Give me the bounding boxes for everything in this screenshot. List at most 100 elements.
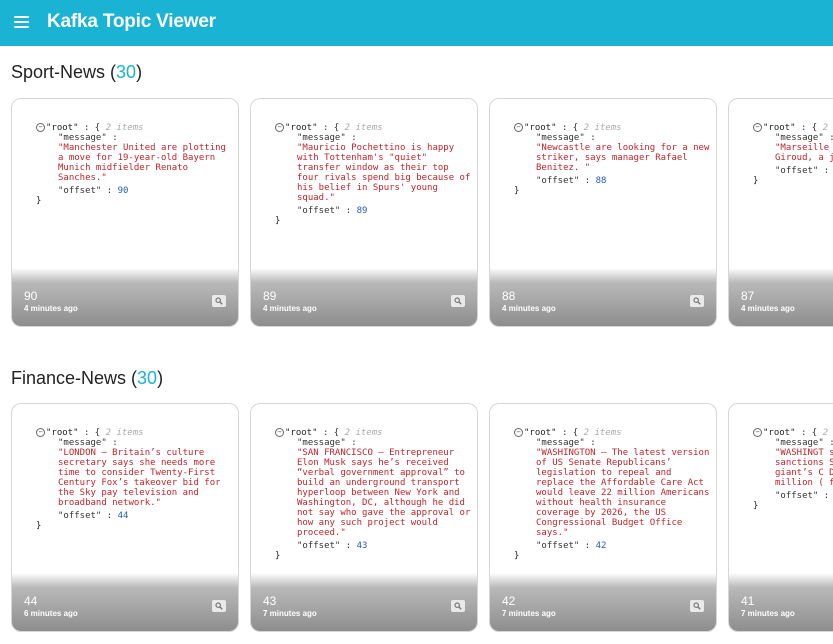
json-message-key: "message": [58, 438, 107, 448]
json-root-key: "root": [524, 428, 557, 438]
zoom-icon[interactable]: [212, 295, 226, 307]
json-close-brace: }: [275, 216, 281, 226]
json-colon: :: [106, 511, 113, 521]
message-card[interactable]: −"root" : { 2 items "message" : "WASHING…: [489, 403, 717, 632]
card-offset: 43: [263, 594, 277, 608]
zoom-icon[interactable]: [690, 600, 704, 612]
json-close-brace: }: [36, 196, 42, 206]
json-item-count: 2 items: [583, 428, 622, 438]
card-offset: 42: [502, 594, 516, 608]
json-colon: :: [351, 133, 357, 143]
collapse-icon[interactable]: −: [275, 428, 284, 437]
json-offset-key: "offset": [536, 176, 580, 186]
json-colon: :: [345, 206, 352, 216]
json-item-count: 2 items: [344, 428, 383, 438]
json-message-key: "message": [775, 133, 824, 143]
collapse-icon[interactable]: −: [36, 428, 45, 437]
json-root-key: "root": [46, 123, 79, 133]
message-card[interactable]: −"root" : { 2 items "message" : "WASHING…: [728, 403, 833, 632]
section-heading-finance-news: Finance-News (30): [11, 368, 164, 388]
collapse-icon[interactable]: −: [753, 123, 762, 132]
card-footer: 43 7 minutes ago: [251, 573, 477, 631]
zoom-icon[interactable]: [690, 295, 704, 307]
card-footer: 89 4 minutes ago: [251, 268, 477, 326]
card-offset: 88: [502, 289, 516, 303]
json-viewer: − "root" : { 2 items "message" : "LONDON …: [36, 428, 236, 531]
json-message-value: "Newcastle are looking for a new striker…: [536, 143, 715, 173]
card-timestamp: 7 minutes ago: [502, 609, 556, 618]
message-card[interactable]: − "root" : { 2 items "message" : "LONDON …: [11, 403, 239, 632]
json-viewer: − "root" : { 2 items "message" : "Newcast…: [514, 123, 714, 196]
collapse-icon[interactable]: −: [514, 428, 523, 437]
json-close-brace: }: [514, 551, 520, 561]
json-message-key: "message": [775, 438, 824, 448]
menu-icon[interactable]: [14, 16, 29, 29]
zoom-icon[interactable]: [212, 600, 226, 612]
json-colon: : {: [800, 428, 818, 438]
message-card[interactable]: − "root" : { 2 items "message" : "SAN FRA…: [250, 403, 478, 632]
json-colon: : {: [83, 123, 101, 133]
json-offset-key: "offset": [297, 541, 341, 551]
json-root-key: "root": [763, 428, 796, 438]
card-footer: 88 4 minutes ago: [490, 268, 716, 326]
json-colon: :: [590, 133, 596, 143]
json-message-value: "Mauricio Pochettino is happy with Totte…: [297, 143, 476, 203]
message-card[interactable]: − "root" : { 2 items "message" : "Maurici…: [250, 98, 478, 327]
collapse-icon[interactable]: −: [514, 123, 523, 132]
message-card[interactable]: −"root" : { 2 items "message" : "Marseil…: [728, 98, 833, 327]
json-item-count: 2 items: [583, 123, 622, 133]
json-message-key: "message": [297, 133, 346, 143]
json-offset-key: "offset": [775, 166, 819, 176]
collapse-icon[interactable]: −: [36, 123, 45, 132]
zoom-icon[interactable]: [451, 295, 465, 307]
section-heading-sport-news: Sport-News (30): [11, 62, 143, 82]
json-colon: :: [584, 541, 591, 551]
json-root-key: "root": [46, 428, 79, 438]
json-item-count: 2 items: [105, 123, 144, 133]
json-offset-value: 42: [595, 541, 607, 551]
json-message-key: "message": [536, 438, 585, 448]
json-viewer: − "root" : { 2 items "message" : "Manches…: [36, 123, 236, 206]
app-title: Kafka Topic Viewer: [47, 11, 216, 32]
json-viewer: −"root" : { 2 items "message" : "Marseil…: [753, 123, 833, 186]
topic-count: 30: [116, 62, 137, 82]
json-offset-key: "offset": [775, 491, 819, 501]
json-colon: : {: [561, 123, 579, 133]
json-colon: : {: [322, 428, 340, 438]
json-message-value: "LONDON — Britain’s culture secretary sa…: [58, 448, 226, 508]
json-colon: :: [112, 133, 118, 143]
zoom-icon[interactable]: [451, 600, 465, 612]
message-card[interactable]: − "root" : { 2 items "message" : "Newcast…: [489, 98, 717, 327]
card-footer: 41 7 minutes ago: [729, 573, 833, 631]
json-viewer: −"root" : { 2 items "message" : "WASHING…: [514, 428, 714, 561]
collapse-icon[interactable]: −: [753, 428, 762, 437]
json-close-brace: }: [275, 551, 281, 561]
json-offset-value: 88: [595, 176, 607, 186]
card-timestamp: 4 minutes ago: [24, 304, 78, 313]
json-message-value: "Manchester United are plotting a move f…: [58, 143, 232, 183]
card-timestamp: 4 minutes ago: [263, 304, 317, 313]
json-offset-value: 90: [117, 186, 129, 196]
card-offset: 44: [24, 594, 38, 608]
json-close-brace: }: [753, 176, 759, 186]
json-viewer: − "root" : { 2 items "message" : "SAN FRA…: [275, 428, 475, 561]
card-offset: 90: [24, 289, 38, 303]
collapse-icon[interactable]: −: [275, 123, 284, 132]
json-colon: :: [351, 438, 357, 448]
message-card[interactable]: − "root" : { 2 items "message" : "Manches…: [11, 98, 239, 327]
json-message-value: "WASHINGT showed “r disregard sanctions …: [775, 448, 833, 488]
message-row-sport-news: − "root" : { 2 items "message" : "Manches…: [0, 98, 833, 328]
json-item-count: 2 items: [822, 123, 833, 133]
card-timestamp: 4 minutes ago: [741, 304, 795, 313]
json-offset-value: 43: [356, 541, 368, 551]
json-colon: :: [829, 438, 833, 448]
json-root-key: "root": [524, 123, 557, 133]
json-colon: :: [112, 438, 118, 448]
json-root-key: "root": [763, 123, 796, 133]
json-message-value: "Marseille Garcia ha Arsenal s Giroud, a…: [775, 143, 833, 163]
card-offset: 87: [741, 289, 755, 303]
json-colon: :: [345, 541, 352, 551]
json-offset-value: 44: [117, 511, 129, 521]
json-colon: :: [584, 176, 591, 186]
topic-name: Sport-News: [11, 62, 106, 82]
